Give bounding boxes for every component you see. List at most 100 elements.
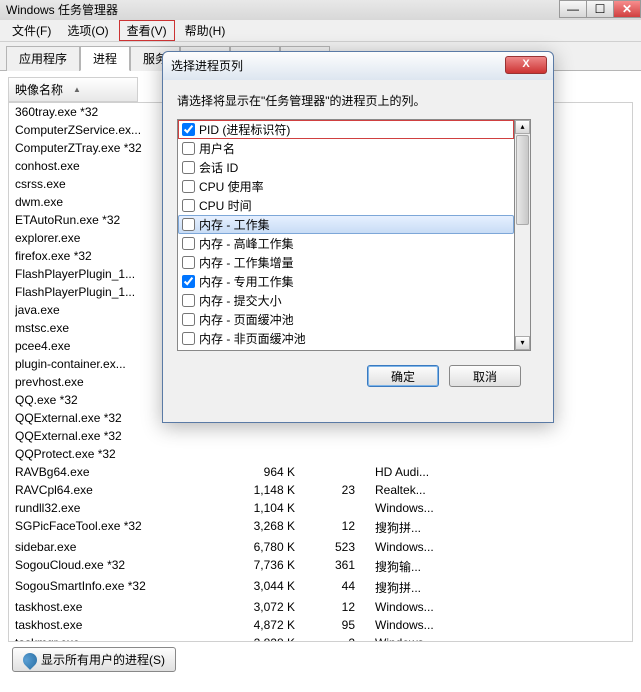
column-option[interactable]: CPU 时间 <box>178 196 514 215</box>
column-checkbox[interactable] <box>182 237 195 250</box>
proc-name: RAVCpl64.exe <box>15 483 225 497</box>
column-label: CPU 使用率 <box>199 178 264 195</box>
proc-threads <box>315 501 375 515</box>
table-row[interactable]: SogouCloud.exe *327,736 K361搜狗输... <box>9 556 632 577</box>
column-option[interactable]: 用户名 <box>178 139 514 158</box>
col-header-image-name[interactable]: 映像名称 ▲ <box>8 77 138 102</box>
column-checkbox[interactable] <box>182 199 195 212</box>
column-option[interactable]: PID (进程标识符) <box>178 120 514 139</box>
proc-desc <box>375 429 475 443</box>
dialog-title: 选择进程页列 <box>171 59 243 73</box>
dialog-prompt: 请选择将显示在"任务管理器"的进程页上的列。 <box>177 92 539 109</box>
table-row[interactable]: QQProtect.exe *32 <box>9 445 632 463</box>
scroll-up-icon[interactable]: ▴ <box>515 120 530 134</box>
table-row[interactable]: rundll32.exe1,104 KWindows... <box>9 499 632 517</box>
maximize-button[interactable]: ☐ <box>586 0 614 18</box>
tab-apps[interactable]: 应用程序 <box>6 46 80 71</box>
column-checkbox[interactable] <box>182 294 195 307</box>
column-option[interactable]: 内存 - 提交大小 <box>178 291 514 310</box>
proc-mem: 2,828 K <box>225 636 315 642</box>
column-label: CPU 时间 <box>199 197 252 214</box>
column-label: 内存 - 页面缓冲池 <box>199 311 294 328</box>
table-row[interactable]: sidebar.exe6,780 K523Windows... <box>9 538 632 556</box>
column-label: 会话 ID <box>199 159 238 176</box>
col-header-label: 映像名称 <box>15 81 73 98</box>
column-option[interactable]: 内存 - 工作集 <box>178 215 514 234</box>
proc-mem: 3,072 K <box>225 600 315 614</box>
proc-name: rundll32.exe <box>15 501 225 515</box>
scroll-down-icon[interactable]: ▾ <box>515 336 530 350</box>
table-row[interactable]: RAVCpl64.exe1,148 K23Realtek... <box>9 481 632 499</box>
proc-name: QQExternal.exe *32 <box>15 429 225 443</box>
column-checkbox[interactable] <box>182 313 195 326</box>
show-all-users-label: 显示所有用户的进程(S) <box>41 651 165 668</box>
proc-name: taskhost.exe <box>15 618 225 632</box>
proc-mem: 3,268 K <box>225 519 315 536</box>
dialog-body: 请选择将显示在"任务管理器"的进程页上的列。 PID (进程标识符)用户名会话 … <box>163 80 553 399</box>
column-checkbox[interactable] <box>182 332 195 345</box>
proc-desc <box>375 447 475 461</box>
proc-mem: 1,104 K <box>225 501 315 515</box>
column-checkbox[interactable] <box>182 180 195 193</box>
table-row[interactable]: RAVBg64.exe964 KHD Audi... <box>9 463 632 481</box>
scroll-thumb[interactable] <box>516 135 529 225</box>
cancel-button[interactable]: 取消 <box>449 365 521 387</box>
column-label: 内存 - 高峰工作集 <box>199 235 294 252</box>
proc-desc: HD Audi... <box>375 465 475 479</box>
column-checkbox[interactable] <box>182 161 195 174</box>
table-row[interactable]: taskhost.exe3,072 K12Windows... <box>9 598 632 616</box>
menu-file[interactable]: 文件(F) <box>4 20 59 41</box>
menu-help[interactable]: 帮助(H) <box>177 20 234 41</box>
proc-threads: 523 <box>315 540 375 554</box>
proc-mem: 1,148 K <box>225 483 315 497</box>
column-option[interactable]: 内存 - 专用工作集 <box>178 272 514 291</box>
column-checkbox[interactable] <box>182 142 195 155</box>
menu-view[interactable]: 查看(V) <box>119 20 175 41</box>
scrollbar[interactable]: ▴ ▾ <box>515 119 531 351</box>
proc-name: SogouCloud.exe *32 <box>15 558 225 575</box>
column-option[interactable]: CPU 使用率 <box>178 177 514 196</box>
dialog-close-button[interactable]: X <box>505 56 547 74</box>
column-option[interactable]: 页面错误 <box>178 348 514 351</box>
menu-options[interactable]: 选项(O) <box>59 20 116 41</box>
dialog-buttons: 确定 取消 <box>177 365 539 387</box>
table-row[interactable]: taskhost.exe4,872 K95Windows... <box>9 616 632 634</box>
table-row[interactable]: SogouSmartInfo.exe *323,044 K44搜狗拼... <box>9 577 632 598</box>
column-checkbox[interactable] <box>182 218 195 231</box>
proc-desc: 搜狗输... <box>375 558 475 575</box>
column-label: 内存 - 工作集 <box>199 216 270 233</box>
proc-mem: 6,780 K <box>225 540 315 554</box>
table-row[interactable]: QQExternal.exe *32 <box>9 427 632 445</box>
proc-name: SogouSmartInfo.exe *32 <box>15 579 225 596</box>
column-checkbox[interactable] <box>182 275 195 288</box>
minimize-button[interactable]: — <box>559 0 587 18</box>
column-checkbox[interactable] <box>182 123 195 136</box>
column-label: 内存 - 非页面缓冲池 <box>199 330 306 347</box>
proc-threads: 44 <box>315 579 375 596</box>
proc-mem: 964 K <box>225 465 315 479</box>
column-checkbox[interactable] <box>182 256 195 269</box>
shield-icon <box>20 650 40 670</box>
proc-desc: Windows... <box>375 600 475 614</box>
menubar: 文件(F) 选项(O) 查看(V) 帮助(H) <box>0 20 641 42</box>
proc-mem: 3,044 K <box>225 579 315 596</box>
column-label: 内存 - 提交大小 <box>199 292 282 309</box>
tab-processes[interactable]: 进程 <box>80 46 130 71</box>
proc-desc: 搜狗拼... <box>375 519 475 536</box>
table-row[interactable]: SGPicFaceTool.exe *323,268 K12搜狗拼... <box>9 517 632 538</box>
proc-threads: 2 <box>315 636 375 642</box>
column-option[interactable]: 会话 ID <box>178 158 514 177</box>
column-option[interactable]: 内存 - 非页面缓冲池 <box>178 329 514 348</box>
ok-button[interactable]: 确定 <box>367 365 439 387</box>
table-row[interactable]: taskmgr.exe2,828 K2Windows... <box>9 634 632 642</box>
column-option[interactable]: 内存 - 页面缓冲池 <box>178 310 514 329</box>
proc-threads: 12 <box>315 600 375 614</box>
show-all-users-button[interactable]: 显示所有用户的进程(S) <box>12 647 176 672</box>
column-option[interactable]: 内存 - 高峰工作集 <box>178 234 514 253</box>
close-button[interactable]: ✕ <box>613 0 641 18</box>
columns-list[interactable]: PID (进程标识符)用户名会话 ID CPU 使用率 CPU 时间内存 - 工作集… <box>177 119 515 351</box>
column-option[interactable]: 内存 - 工作集增量 <box>178 253 514 272</box>
proc-name: SGPicFaceTool.exe *32 <box>15 519 225 536</box>
proc-threads <box>315 429 375 443</box>
column-label: 内存 - 专用工作集 <box>199 273 294 290</box>
